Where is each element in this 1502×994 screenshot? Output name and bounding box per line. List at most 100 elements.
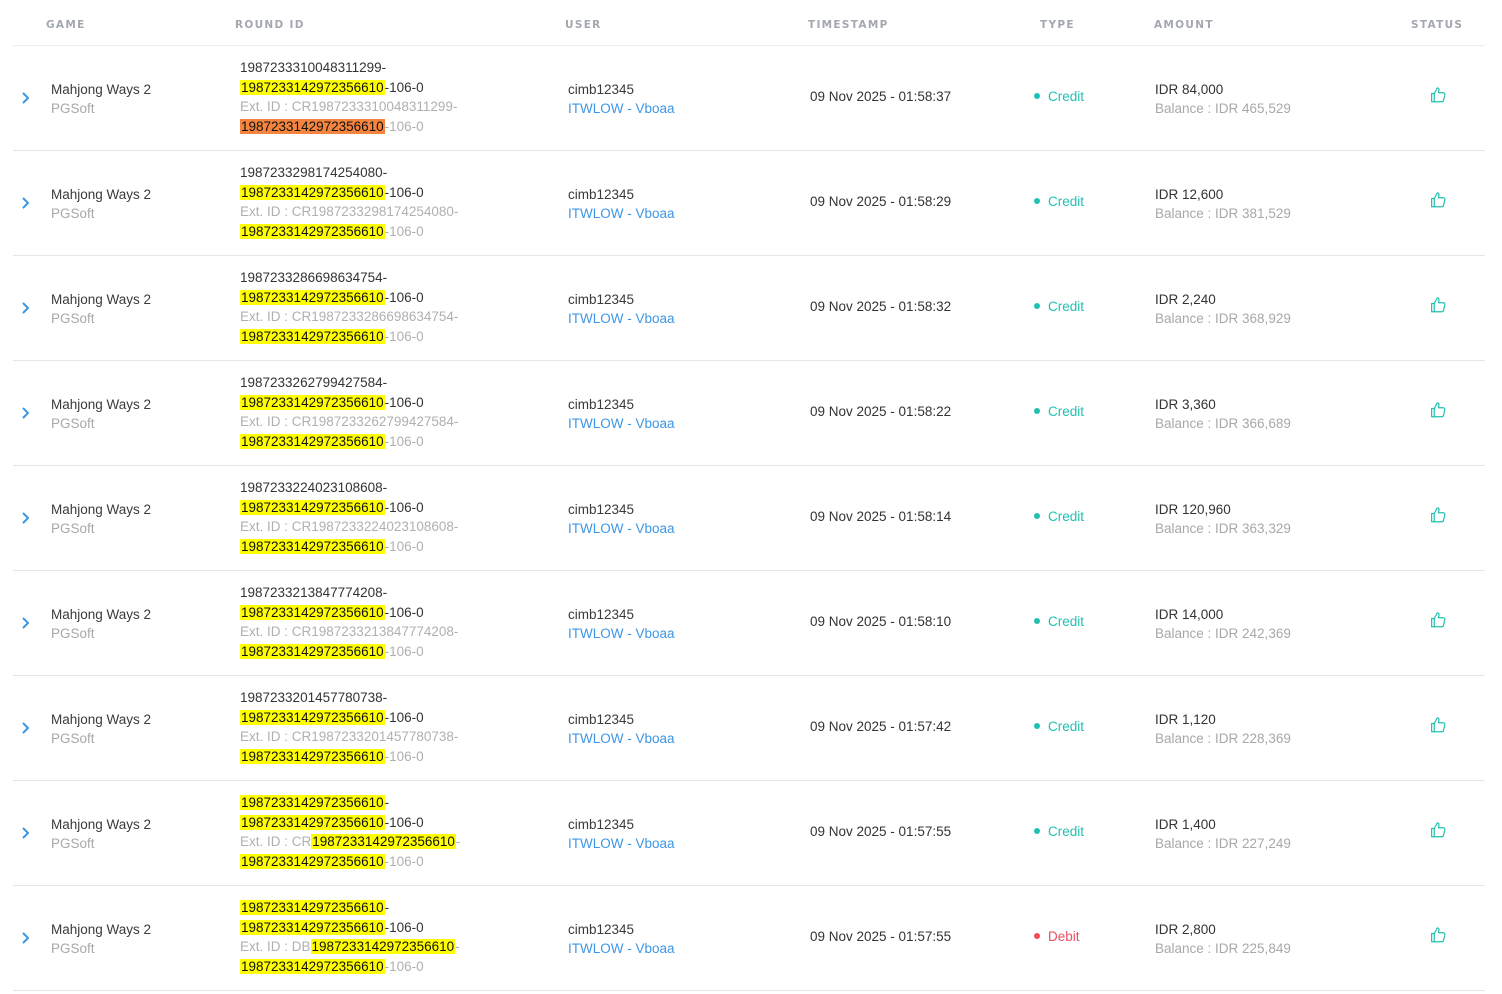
user-agent-link[interactable]: ITWLOW - Vboaa (568, 939, 675, 958)
round-id-cell: 1987233213847774208- 1987233142972356610-… (240, 583, 458, 661)
game-cell: Mahjong Ways 2 PGSoft (51, 920, 151, 958)
amount: IDR 12,600 (1155, 187, 1224, 202)
round-line-2: 1987233142972356610-106-0 (240, 813, 460, 833)
user-agent-link[interactable]: ITWLOW - Vboaa (568, 99, 675, 118)
round-id-text: - (455, 939, 460, 955)
user-agent-link[interactable]: ITWLOW - Vboaa (568, 204, 675, 223)
type-badge: Credit (1034, 719, 1084, 734)
round-line-2: 1987233142972356610-106-0 (240, 918, 460, 938)
table-row[interactable]: Mahjong Ways 2 PGSoft 198723331004831129… (13, 46, 1485, 151)
round-id-cell: 1987233298174254080- 1987233142972356610-… (240, 163, 458, 241)
amount-cell: IDR 2,800 Balance : IDR 225,849 (1155, 920, 1291, 958)
chevron-right-icon[interactable] (21, 616, 31, 630)
game-provider: PGSoft (51, 836, 95, 851)
game-cell: Mahjong Ways 2 PGSoft (51, 500, 151, 538)
round-id-text: -106-0 (384, 709, 424, 725)
thumbs-up-icon (1429, 401, 1447, 419)
amount: IDR 2,800 (1155, 922, 1216, 937)
game-provider: PGSoft (51, 311, 95, 326)
game-provider: PGSoft (51, 416, 95, 431)
header-timestamp[interactable]: TIMESTAMP (808, 19, 889, 31)
thumbs-up-icon (1429, 821, 1447, 839)
round-id-highlight: 1987233142972356610 (240, 79, 385, 95)
round-id-highlight: 1987233142972356610 (240, 643, 385, 659)
status-dot-icon (1034, 828, 1040, 834)
header-game[interactable]: GAME (46, 19, 86, 31)
table-row[interactable]: Mahjong Ways 2 PGSoft 198723329817425408… (13, 151, 1485, 256)
user-agent-link[interactable]: ITWLOW - Vboaa (568, 624, 675, 643)
round-id-highlight: 1987233142972356610 (240, 499, 385, 515)
header-type[interactable]: TYPE (1040, 19, 1075, 31)
round-id-text: Ext. ID : CR1987233310048311299- (240, 99, 458, 115)
round-line-1: 1987233201457780738- (240, 688, 458, 708)
type-label: Credit (1048, 614, 1085, 629)
round-id-text: -106-0 (384, 118, 424, 134)
header-user[interactable]: USER (565, 19, 602, 31)
round-id-highlight: 1987233142972356610 (240, 814, 385, 830)
game-name: Mahjong Ways 2 (51, 187, 152, 202)
round-line-3: Ext. ID : CR1987233213847774208- (240, 622, 458, 642)
status-dot-icon (1034, 408, 1040, 414)
table-row[interactable]: Mahjong Ways 2 PGSoft 198723321384777420… (13, 571, 1485, 676)
timestamp: 09 Nov 2025 - 01:57:55 (810, 824, 952, 839)
table-row[interactable]: Mahjong Ways 2 PGSoft 198723314297235661… (13, 886, 1485, 991)
amount: IDR 120,960 (1155, 502, 1231, 517)
chevron-right-icon[interactable] (21, 721, 31, 735)
round-id-text: -106-0 (384, 748, 424, 764)
thumbs-up-icon (1429, 716, 1447, 734)
timestamp: 09 Nov 2025 - 01:58:37 (810, 89, 952, 104)
user-name: cimb12345 (568, 187, 635, 202)
timestamp: 09 Nov 2025 - 01:58:14 (810, 509, 952, 524)
round-line-3: Ext. ID : CR1987233262799427584- (240, 412, 458, 432)
game-name: Mahjong Ways 2 (51, 502, 152, 517)
user-cell: cimb12345 ITWLOW - Vboaa (568, 815, 675, 853)
round-id-cell: 1987233201457780738- 1987233142972356610-… (240, 688, 458, 766)
table-row[interactable]: Mahjong Ways 2 PGSoft 198723320145778073… (13, 676, 1485, 781)
chevron-right-icon[interactable] (21, 931, 31, 945)
user-agent-link[interactable]: ITWLOW - Vboaa (568, 414, 675, 433)
round-line-4: 1987233142972356610-106-0 (240, 432, 458, 452)
user-name: cimb12345 (568, 712, 635, 727)
game-cell: Mahjong Ways 2 PGSoft (51, 80, 151, 118)
user-agent-link[interactable]: ITWLOW - Vboaa (568, 729, 675, 748)
user-cell: cimb12345 ITWLOW - Vboaa (568, 395, 675, 433)
user-agent-link[interactable]: ITWLOW - Vboaa (568, 309, 675, 328)
table-row[interactable]: Mahjong Ways 2 PGSoft 198723314297235661… (13, 781, 1485, 886)
table-row[interactable]: Mahjong Ways 2 PGSoft 198723322402310860… (13, 466, 1485, 571)
chevron-right-icon[interactable] (21, 301, 31, 315)
chevron-right-icon[interactable] (21, 826, 31, 840)
table-row[interactable]: Mahjong Ways 2 PGSoft 198723328669863475… (13, 256, 1485, 361)
chevron-right-icon[interactable] (21, 196, 31, 210)
round-line-3: Ext. ID : CR1987233286698634754- (240, 307, 458, 327)
round-id-text: 1987233224023108608- (240, 480, 388, 495)
type-label: Credit (1048, 719, 1085, 734)
round-id-text: -106-0 (384, 853, 424, 869)
user-cell: cimb12345 ITWLOW - Vboaa (568, 605, 675, 643)
header-status[interactable]: STATUS (1411, 19, 1463, 31)
chevron-right-icon[interactable] (21, 511, 31, 525)
round-id-highlight: 1987233142972356610 (240, 433, 385, 449)
amount-cell: IDR 120,960 Balance : IDR 363,329 (1155, 500, 1291, 538)
round-line-2: 1987233142972356610-106-0 (240, 78, 457, 98)
amount-cell: IDR 1,400 Balance : IDR 227,249 (1155, 815, 1291, 853)
user-agent-link[interactable]: ITWLOW - Vboaa (568, 834, 675, 853)
game-cell: Mahjong Ways 2 PGSoft (51, 815, 151, 853)
game-name: Mahjong Ways 2 (51, 397, 152, 412)
header-round-id[interactable]: ROUND ID (235, 19, 305, 31)
round-id-highlight: 1987233142972356610 (240, 900, 385, 915)
chevron-right-icon[interactable] (21, 406, 31, 420)
table-body: Mahjong Ways 2 PGSoft 198723331004831129… (13, 46, 1485, 991)
table-row[interactable]: Mahjong Ways 2 PGSoft 198723326279942758… (13, 361, 1485, 466)
round-line-4: 1987233142972356610-106-0 (240, 747, 458, 767)
status-dot-icon (1034, 723, 1040, 729)
chevron-right-icon[interactable] (21, 91, 31, 105)
round-id-text: -106-0 (384, 604, 424, 620)
type-badge: Debit (1034, 929, 1080, 944)
header-amount[interactable]: AMOUNT (1154, 19, 1214, 31)
status-dot-icon (1034, 513, 1040, 519)
user-name: cimb12345 (568, 82, 635, 97)
user-agent-link[interactable]: ITWLOW - Vboaa (568, 519, 675, 538)
round-line-1: 1987233142972356610- (240, 793, 460, 813)
round-id-text: Ext. ID : CR1987233224023108608- (240, 519, 459, 535)
round-id-text: 1987233286698634754- (240, 270, 388, 285)
